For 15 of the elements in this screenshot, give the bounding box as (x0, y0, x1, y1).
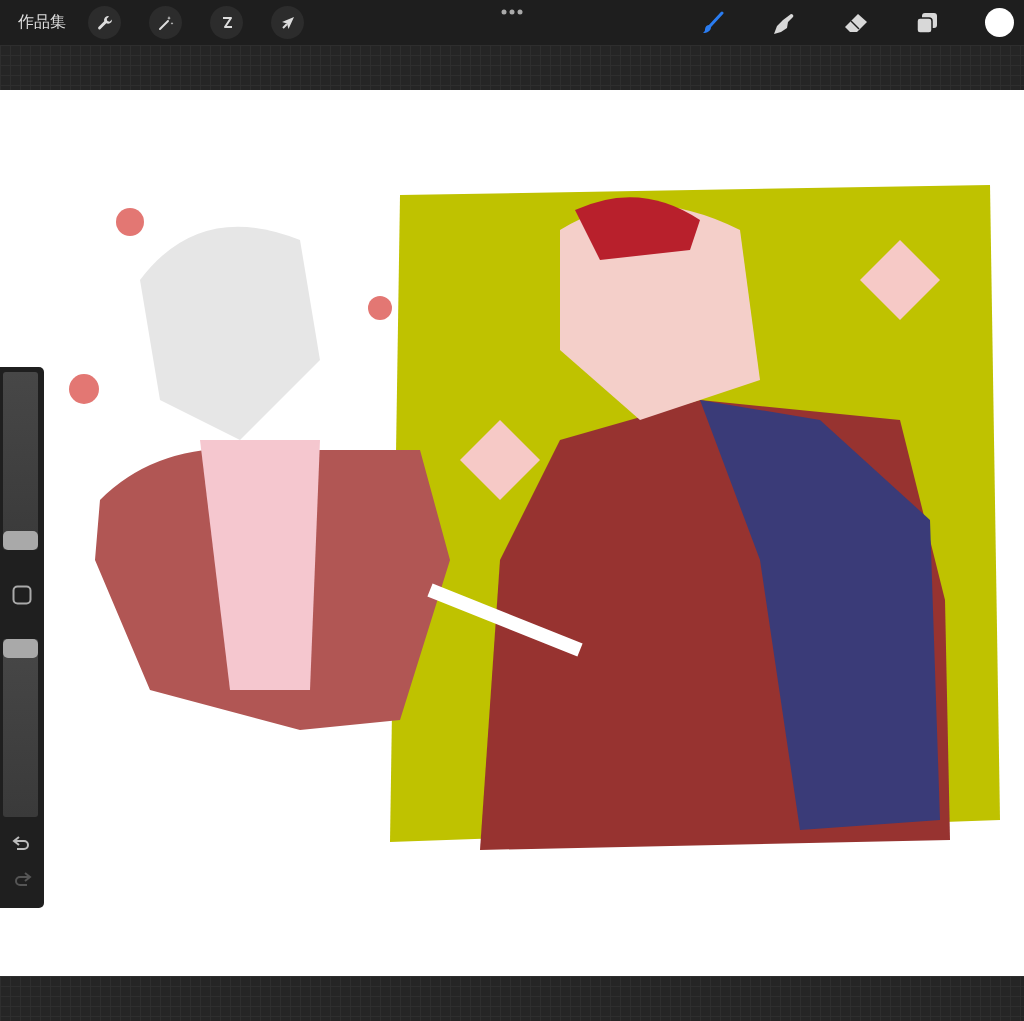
magic-wand-icon[interactable] (149, 6, 182, 39)
arrow-cursor-icon[interactable] (271, 6, 304, 39)
gallery-link[interactable]: 作品集 (18, 12, 66, 33)
wrench-icon[interactable] (88, 6, 121, 39)
slider-thumb[interactable] (3, 639, 38, 658)
selection-icon[interactable] (210, 6, 243, 39)
slider-thumb[interactable] (3, 531, 38, 550)
brush-icon[interactable] (701, 10, 725, 35)
eraser-icon[interactable] (843, 11, 869, 34)
brush-size-slider[interactable] (3, 372, 38, 550)
opacity-slider[interactable] (3, 639, 38, 817)
more-icon[interactable] (501, 9, 523, 15)
layers-icon[interactable] (915, 10, 939, 35)
color-swatch[interactable] (985, 8, 1014, 37)
square-button-icon[interactable] (12, 585, 32, 605)
